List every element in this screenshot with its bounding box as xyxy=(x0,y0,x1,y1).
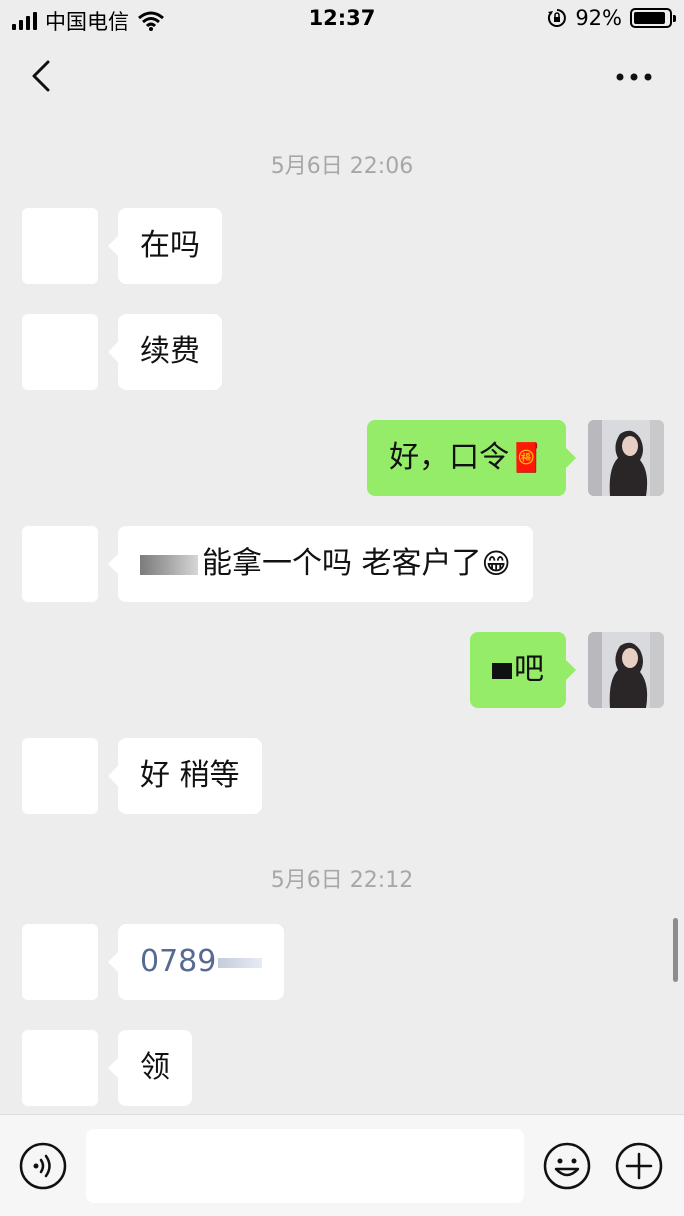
timestamp: 5月6日 22:06 xyxy=(270,154,414,179)
avatar[interactable] xyxy=(588,632,664,708)
profile-photo-icon xyxy=(588,420,664,496)
status-bar: 中国电信 12:37 92% xyxy=(0,0,684,38)
message-text: 好 稍等 xyxy=(140,758,240,793)
avatar[interactable] xyxy=(588,420,664,496)
avatar[interactable] xyxy=(22,314,98,390)
message-bubble[interactable]: 能拿一个吗 老客户了😁 xyxy=(108,526,533,602)
message-bubble[interactable]: 好 稍等 xyxy=(108,738,262,814)
battery-icon xyxy=(630,8,676,28)
avatar[interactable] xyxy=(22,526,98,602)
battery-percent: 92% xyxy=(575,6,622,30)
message-input[interactable] xyxy=(86,1129,524,1203)
message-text: 好，口令 xyxy=(389,440,510,475)
input-bar xyxy=(0,1114,684,1216)
voice-icon[interactable] xyxy=(18,1141,68,1191)
message-text: 领 xyxy=(140,1050,170,1085)
avatar[interactable] xyxy=(22,924,98,1000)
battery-level-fill xyxy=(634,12,666,24)
more-horizontal-icon[interactable] xyxy=(614,62,654,92)
redaction-mark xyxy=(140,554,198,575)
message-text: 在吗 xyxy=(140,228,200,263)
nav-bar xyxy=(0,38,684,116)
red-envelope-icon: 🧧 xyxy=(509,441,544,474)
message-bubble[interactable]: 续费 xyxy=(108,314,222,390)
avatar[interactable] xyxy=(22,738,98,814)
message-text: 吧 xyxy=(514,652,544,687)
redaction-mark xyxy=(492,662,512,679)
chevron-left-icon[interactable] xyxy=(24,56,60,96)
message-bubble[interactable]: 吧 xyxy=(470,632,576,708)
message-text: 续费 xyxy=(140,334,200,369)
message-bubble[interactable]: 领 xyxy=(108,1030,192,1106)
scroll-indicator[interactable] xyxy=(673,918,678,982)
timestamp: 5月6日 22:12 xyxy=(270,868,414,893)
message-bubble[interactable]: 好，口令🧧 xyxy=(367,420,576,496)
message-bubble[interactable]: 在吗 xyxy=(108,208,222,284)
orientation-lock-icon xyxy=(548,9,567,27)
profile-photo-icon xyxy=(588,632,664,708)
avatar[interactable] xyxy=(22,1030,98,1106)
plus-icon[interactable] xyxy=(614,1141,664,1191)
phone-number-link[interactable]: 0789 xyxy=(140,944,216,979)
message-bubble[interactable]: 0789 xyxy=(107,924,285,1000)
emoji-icon[interactable] xyxy=(542,1141,592,1191)
message-text: 能拿一个吗 老客户了 xyxy=(202,546,482,581)
redaction-mark xyxy=(218,957,263,968)
status-right: 92% xyxy=(547,6,676,30)
grinning-face-icon: 😁 xyxy=(481,547,511,580)
avatar[interactable] xyxy=(22,208,98,284)
